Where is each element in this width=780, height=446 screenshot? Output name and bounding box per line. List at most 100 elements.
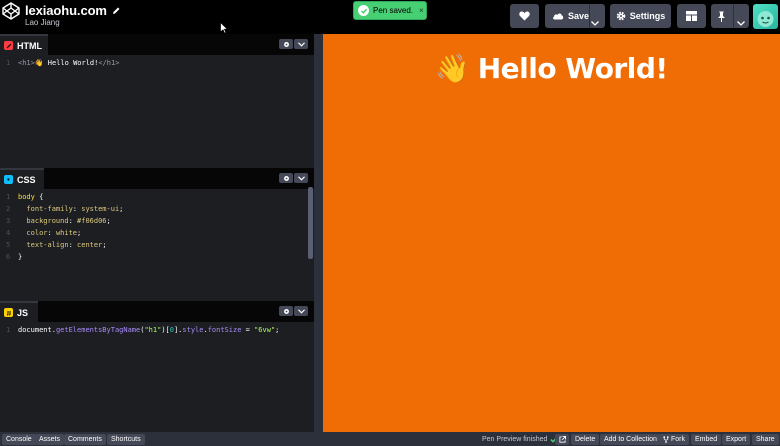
- toast-message: Pen saved.: [373, 6, 414, 15]
- html-editor-header: HTML: [0, 34, 314, 55]
- add-to-collection-button[interactable]: Add to Collection: [600, 434, 661, 445]
- console-button[interactable]: Console: [2, 434, 36, 445]
- code-token: color: [18, 229, 48, 237]
- external-link-icon: [558, 436, 566, 443]
- css-editor-panel: * CSS 1 body {2 font-family: system-ui; 3 …: [0, 168, 314, 300]
- chevron-down-icon: [297, 308, 305, 314]
- code-token: :: [68, 241, 78, 249]
- code-token: font-family: [18, 205, 73, 213]
- js-editor-tab[interactable]: JS: [0, 301, 38, 322]
- gear-icon: [616, 11, 626, 21]
- save-divider: [589, 4, 590, 28]
- code-token: white: [55, 229, 78, 237]
- js-editor-header: JS: [0, 301, 314, 322]
- code-token: )[: [161, 326, 170, 334]
- css-code-line[interactable]: 1 body {: [0, 191, 314, 203]
- html-code-line[interactable]: 1 <h1> 👋 Hello World! </h1>: [0, 57, 314, 69]
- code-token: :: [68, 217, 78, 225]
- svg-text:*: *: [6, 177, 10, 183]
- code-token: :: [72, 205, 82, 213]
- line-number: 1: [6, 59, 11, 67]
- user-avatar[interactable]: [753, 4, 778, 29]
- css-editor-header: * CSS: [0, 168, 314, 189]
- line-number: 4: [6, 229, 11, 237]
- css-editor-label: CSS: [17, 174, 36, 185]
- embed-button[interactable]: Embed: [691, 434, 722, 445]
- css-settings-button[interactable]: [279, 173, 293, 183]
- code-token: background: [18, 217, 69, 225]
- result-preview[interactable]: 👋 Hello World!: [323, 34, 780, 432]
- preview-heading-text: Hello World!: [477, 52, 668, 85]
- css-code-line[interactable]: 5 text-align: center;: [0, 239, 314, 251]
- author-name[interactable]: Lao Jiang: [25, 18, 60, 27]
- save-label: Save: [568, 11, 590, 21]
- preview-status: Pen Preview finished: [482, 434, 559, 445]
- js-code-line[interactable]: 1 document. getElementsByTagName("h1")[0].…: [0, 324, 314, 336]
- share-button[interactable]: Share: [752, 434, 779, 445]
- js-code-area[interactable]: 1 document. getElementsByTagName("h1")[0].…: [0, 324, 314, 336]
- preview-heading: 👋 Hello World!: [323, 52, 780, 85]
- code-token: 👋 Hello World!: [34, 59, 99, 67]
- css-code-line[interactable]: 3 background: #f06d06;: [0, 215, 314, 227]
- editor-preview-resizer[interactable]: [314, 34, 323, 432]
- assets-button[interactable]: Assets: [35, 434, 65, 445]
- toast-close-button[interactable]: ×: [419, 6, 424, 15]
- code-token: center: [77, 241, 103, 249]
- code-token: ;: [119, 205, 124, 213]
- js-collapse-button[interactable]: [294, 306, 308, 316]
- css-editor-scrollbar[interactable]: [308, 187, 313, 259]
- code-token: :: [47, 229, 56, 237]
- css-code-line[interactable]: 4 color: white;: [0, 227, 314, 239]
- code-token: system-ui: [81, 205, 120, 213]
- delete-button[interactable]: Delete: [571, 434, 600, 445]
- chevron-down-icon: [297, 41, 305, 47]
- css-code-line[interactable]: 6}: [0, 251, 314, 263]
- code-token: body: [18, 193, 35, 201]
- css-icon: *: [4, 175, 13, 184]
- comments-button[interactable]: Comments: [64, 434, 106, 445]
- fork-button[interactable]: Fork: [659, 434, 689, 445]
- pen-title-row: lexiaohu.com: [25, 3, 121, 18]
- pencil-icon[interactable]: [111, 6, 121, 16]
- html-collapse-button[interactable]: [294, 39, 308, 49]
- js-settings-button[interactable]: [279, 306, 293, 316]
- html-editor-label: HTML: [17, 40, 42, 51]
- css-collapse-button[interactable]: [294, 173, 308, 183]
- js-editor-panel: JS 1 document. getElementsByTagName("h1")[…: [0, 301, 314, 432]
- pin-dropdown-chevron-icon[interactable]: [737, 13, 745, 31]
- html-settings-button[interactable]: [279, 39, 293, 49]
- code-token: ;: [102, 241, 107, 249]
- chevron-down-icon: [297, 175, 305, 181]
- js-editor-label: JS: [17, 307, 29, 318]
- code-token: style: [182, 326, 204, 334]
- love-button[interactable]: [510, 4, 539, 28]
- shortcuts-button[interactable]: Shortcuts: [107, 434, 145, 445]
- css-editor-tab[interactable]: * CSS: [0, 168, 44, 189]
- gear-icon: [283, 41, 289, 47]
- code-token: ;: [106, 217, 111, 225]
- code-token: =: [241, 326, 255, 334]
- open-external-button[interactable]: [555, 434, 569, 445]
- css-code-line[interactable]: 2 font-family: system-ui;: [0, 203, 314, 215]
- html-code-area[interactable]: 1 <h1> 👋 Hello World! </h1>: [0, 57, 314, 69]
- codepen-logo-icon[interactable]: [0, 0, 22, 22]
- code-token: "h1": [144, 326, 162, 334]
- pin-icon: [718, 11, 725, 22]
- change-view-button[interactable]: [677, 4, 706, 28]
- code-token: {: [34, 193, 44, 201]
- check-circle-icon: [358, 5, 369, 16]
- js-icon: [4, 308, 13, 317]
- fork-label: Fork: [671, 436, 685, 443]
- heart-icon: [519, 11, 530, 21]
- line-number: 2: [6, 205, 11, 213]
- html-editor-tab[interactable]: HTML: [0, 34, 48, 55]
- html-editor-panel: HTML 1 <h1> 👋 Hello World! </h1>: [0, 34, 314, 166]
- pen-saved-toast: Pen saved. ×: [353, 1, 427, 20]
- settings-button[interactable]: Settings: [610, 4, 671, 28]
- gear-icon: [283, 308, 289, 314]
- pen-title[interactable]: lexiaohu.com: [25, 3, 107, 18]
- export-button[interactable]: Export: [722, 434, 751, 445]
- css-code-area[interactable]: 1 body {2 font-family: system-ui; 3 backgr…: [0, 191, 314, 263]
- cloud-icon: [553, 13, 564, 20]
- save-dropdown-chevron-icon[interactable]: [591, 13, 599, 31]
